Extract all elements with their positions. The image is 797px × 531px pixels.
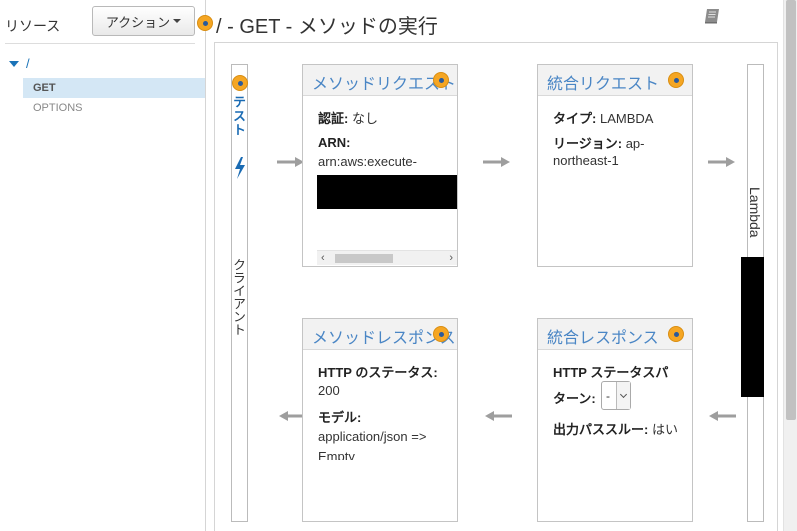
type-value: LAMBDA <box>599 111 654 126</box>
card-header: メソッドレスポンス <box>303 319 457 350</box>
arn-value: arn:aws:execute- <box>318 154 417 169</box>
help-icon[interactable] <box>668 72 684 88</box>
region-value-cont: northeast-1 <box>553 153 619 168</box>
integration-request-card: 統合リクエスト タイプ: LAMBDA リージョン: ap- northeast… <box>537 64 693 267</box>
tree-item-get[interactable]: GET <box>23 78 205 98</box>
integration-response-link[interactable]: 統合レスポンス <box>547 324 659 348</box>
pattern-key-row: HTTP ステータスパ <box>553 362 668 381</box>
arrow-right-icon <box>708 157 735 167</box>
region-value: ap- <box>625 136 645 151</box>
help-icon[interactable] <box>197 15 213 31</box>
horizontal-scrollbar[interactable]: ‹ › <box>317 250 457 265</box>
tree-item-options[interactable]: OPTIONS <box>23 98 205 118</box>
card-header: 統合リクエスト <box>538 65 692 96</box>
lambda-label: Lambda <box>747 187 763 238</box>
arn-key: ARN: <box>318 135 351 150</box>
tree-root-resource[interactable]: / <box>26 56 30 71</box>
region-key: リージョン: <box>553 136 623 151</box>
actions-button-label: アクション <box>105 14 171 30</box>
help-icon[interactable] <box>668 326 684 342</box>
model-key-row: モデル: <box>318 407 361 426</box>
actions-button[interactable]: アクション <box>92 6 195 36</box>
page-title: / - GET - メソッドの実行 <box>216 16 438 38</box>
auth-value: なし <box>351 111 378 126</box>
redacted-block <box>741 257 764 397</box>
method-response-card: メソッドレスポンス HTTP のステータス: 200 モデル: applicat… <box>302 318 458 522</box>
auth-row: 認証: なし <box>318 108 378 127</box>
scroll-left-icon[interactable]: ‹ <box>321 252 325 264</box>
arrow-left-icon <box>709 411 736 421</box>
lightning-bolt-icon[interactable] <box>233 156 247 180</box>
pattern-key-cont: ターン: <box>553 391 596 406</box>
scrollbar-thumb[interactable] <box>335 254 393 263</box>
integration-response-card: 統合レスポンス HTTP ステータスパ ターン: - 出力パススルー: はい <box>537 318 693 522</box>
region-row: リージョン: ap- <box>553 133 645 152</box>
type-key: タイプ: <box>553 111 597 126</box>
model-value-cont: Empty <box>318 449 355 460</box>
status-pattern-select[interactable]: - <box>601 381 631 410</box>
status-value: 200 <box>318 383 340 398</box>
page-scrollbar[interactable] <box>783 0 797 531</box>
card-header: 統合レスポンス <box>538 319 692 350</box>
scroll-right-icon[interactable]: › <box>449 252 453 264</box>
redacted-block <box>317 175 457 209</box>
status-key-row: HTTP のステータス: <box>318 362 438 381</box>
resources-label: リソース <box>5 18 61 34</box>
help-icon[interactable] <box>433 326 449 342</box>
test-link[interactable]: テスト <box>231 95 248 137</box>
tree-collapse-icon[interactable] <box>9 61 19 67</box>
help-icon[interactable] <box>433 72 449 88</box>
method-request-card: メソッドリクエスト 認証: なし ARN: arn:aws:execute- ‹… <box>302 64 458 267</box>
resources-panel: リソース アクション / GET OPTIONS <box>0 0 206 531</box>
pattern-key-row-2: ターン: <box>553 388 596 407</box>
arrow-left-icon <box>485 411 512 421</box>
model-value: application/json => <box>318 429 427 444</box>
auth-key: 認証: <box>318 111 349 126</box>
client-label: クライアント <box>231 258 246 336</box>
scrollbar-thumb[interactable] <box>786 0 796 420</box>
passthrough-value: はい <box>651 422 678 437</box>
integration-request-link[interactable]: 統合リクエスト <box>547 70 659 94</box>
passthrough-row: 出力パススルー: はい <box>553 419 678 438</box>
chevron-down-icon[interactable] <box>616 382 630 409</box>
help-icon[interactable] <box>232 75 248 91</box>
diagram-border <box>777 43 778 531</box>
pattern-key: HTTP ステータスパ <box>553 365 669 380</box>
model-key: モデル: <box>318 410 362 425</box>
status-key: HTTP のステータス: <box>318 365 438 380</box>
book-icon[interactable] <box>702 6 722 26</box>
arn-key-row: ARN: <box>318 135 351 150</box>
arrow-right-icon <box>277 157 304 167</box>
passthrough-key: 出力パススルー: <box>553 422 649 437</box>
card-header: メソッドリクエスト <box>303 65 457 96</box>
type-row: タイプ: LAMBDA <box>553 108 653 127</box>
select-value: - <box>606 388 610 403</box>
method-execution-diagram <box>214 43 778 531</box>
arrow-right-icon <box>483 157 510 167</box>
divider <box>5 43 195 44</box>
caret-down-icon <box>173 19 182 23</box>
